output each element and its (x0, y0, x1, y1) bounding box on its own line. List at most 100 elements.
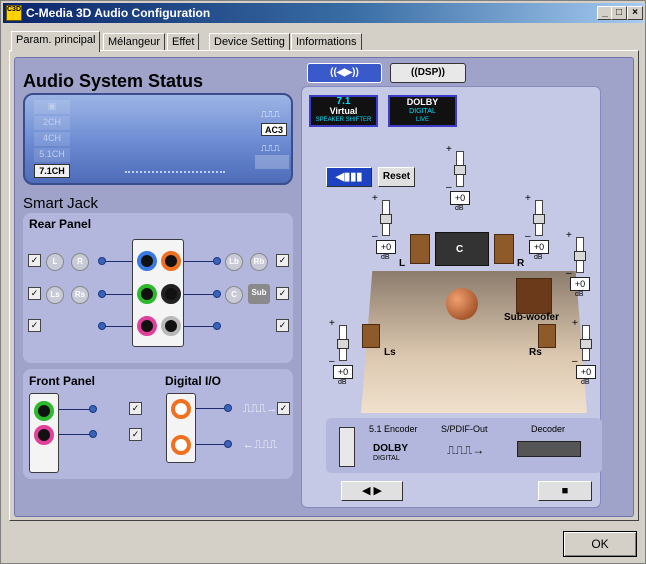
spdif-in-icon: ⎍⎍⎍ (261, 143, 280, 153)
dsp-mode-button[interactable]: ((DSP)) (390, 63, 466, 83)
jack-blue[interactable] (137, 251, 157, 271)
slider-thumb[interactable] (533, 214, 545, 224)
source-format: AC3 (261, 123, 287, 136)
tab-effet[interactable]: Effet (167, 33, 200, 51)
jack-node (224, 440, 232, 448)
speaker-ls-icon: Ls (46, 286, 64, 304)
front-jack-pink[interactable] (34, 425, 54, 445)
slider-thumb[interactable] (574, 251, 586, 261)
jack-black[interactable] (161, 284, 181, 304)
wire (59, 409, 93, 410)
jack-node (213, 290, 221, 298)
audio-status-heading: Audio System Status (23, 71, 204, 91)
spdif-in-jack[interactable] (171, 435, 191, 455)
front-jack-green[interactable] (34, 401, 54, 421)
rear-row1-left-check[interactable]: ✓ (28, 254, 41, 267)
speaker-front-left[interactable] (410, 234, 430, 264)
plus-label: + (329, 318, 335, 329)
db-unit: dB (338, 379, 347, 386)
wire (101, 326, 136, 327)
jack-pink[interactable] (137, 316, 157, 336)
slider-thumb[interactable] (380, 214, 392, 224)
speaker-surround-right[interactable] (538, 324, 556, 348)
jack-gray[interactable] (161, 316, 181, 336)
input-level (255, 155, 289, 169)
encoder-dolby-sub: DIGITAL (373, 455, 400, 462)
stop-button[interactable]: ■ (538, 481, 592, 501)
close-button[interactable]: × (627, 6, 643, 20)
speaker-r-icon: R (71, 253, 89, 271)
play-test-button[interactable]: ◀ ▶ (341, 481, 403, 501)
channel-list: ▣ 2CH 4CH 5.1CH 7.1CH (34, 100, 70, 180)
listener-ball[interactable] (446, 288, 478, 320)
slider-thumb[interactable] (580, 339, 592, 349)
jack-orange[interactable] (161, 251, 181, 271)
plus-label: + (446, 144, 452, 155)
rear-panel-title: Rear Panel (29, 217, 92, 231)
slider-thumb[interactable] (454, 165, 466, 175)
status-display: ▣ 2CH 4CH 5.1CH 7.1CH ⎍⎍⎍ AC3 ⎍⎍⎍ (23, 93, 293, 185)
speaker-surround-left[interactable] (362, 324, 380, 348)
slider-thumb[interactable] (337, 339, 349, 349)
jack-node (213, 257, 221, 265)
rear-row3-left-check[interactable]: ✓ (28, 319, 41, 332)
channel-4ch: 4CH (34, 132, 70, 146)
speaker-label-r: R (517, 258, 525, 269)
channel-71ch: 7.1CH (34, 164, 70, 178)
reset-button[interactable]: Reset (378, 167, 415, 187)
db-unit: dB (534, 254, 543, 261)
status-line (125, 171, 225, 173)
tab-melangeur[interactable]: Mélangeur (103, 33, 165, 51)
tab-informations[interactable]: Informations (291, 33, 362, 51)
speaker-mode-button[interactable]: ((◀▶)) (307, 63, 382, 83)
tab-param-principal[interactable]: Param. principal (11, 31, 101, 52)
jack-node (213, 322, 221, 330)
main-window: C3D C-Media 3D Audio Configuration _ □ ×… (0, 0, 646, 564)
speaker-front-right[interactable] (494, 234, 514, 264)
subwoofer-speaker[interactable] (516, 278, 552, 314)
speaker-rs-icon: Rs (71, 286, 89, 304)
speaker-lb-icon: Lb (225, 253, 243, 271)
maximize-button[interactable]: □ (611, 6, 627, 20)
front-row1-check[interactable]: ✓ (129, 402, 142, 415)
digital-out-check[interactable]: ✓ (277, 402, 290, 415)
ls-db-value: +0 (333, 365, 353, 379)
rear-db-value: +0 (570, 277, 590, 291)
jack-node (98, 257, 106, 265)
db-unit: dB (581, 379, 590, 386)
ok-button[interactable]: OK (563, 531, 637, 557)
app-icon: C3D (6, 5, 22, 21)
wire (184, 326, 216, 327)
dolby-logo-bottom: LIVE (415, 117, 429, 123)
db-unit: dB (381, 254, 390, 261)
plus-label: + (566, 230, 572, 241)
speaker-label-sub: Sub-woofer (504, 312, 559, 323)
jack-node (98, 290, 106, 298)
dolby-digital-logo: DOLBY DIGITAL LIVE (388, 95, 457, 127)
mute-toggle-icon[interactable]: ◀▮▮▮ (326, 167, 372, 187)
decoder-label: Decoder (531, 424, 566, 434)
rear-row2-left-check[interactable]: ✓ (28, 287, 41, 300)
speaker-c-icon: C (225, 286, 243, 304)
channel-51ch: 5.1CH (34, 148, 70, 162)
wire (184, 294, 216, 295)
speaker-label-rs: Rs (529, 347, 542, 358)
tab-device-setting[interactable]: Device Setting (209, 33, 290, 51)
right-db-value: +0 (529, 240, 549, 254)
title-bar[interactable]: C3D C-Media 3D Audio Configuration _ □ × (3, 3, 643, 23)
spdif-out-jack[interactable] (171, 399, 191, 419)
spdif-out-label: S/PDIF-Out (441, 424, 488, 434)
rear-row2-right-check[interactable]: ✓ (276, 287, 289, 300)
plus-label: + (572, 318, 578, 329)
jack-green[interactable] (137, 284, 157, 304)
jack-node (89, 430, 97, 438)
speaker-label-ls: Ls (384, 347, 396, 358)
digital-io-title: Digital I/O (165, 374, 222, 388)
virtual-speaker-logo: 7.1 Virtual SPEAKER SHIFTER (309, 95, 378, 127)
rear-row3-right-check[interactable]: ✓ (276, 319, 289, 332)
wire (59, 434, 93, 435)
rear-row1-right-check[interactable]: ✓ (276, 254, 289, 267)
speaker-label-l: L (399, 258, 406, 269)
wire (184, 261, 216, 262)
front-row2-check[interactable]: ✓ (129, 428, 142, 441)
